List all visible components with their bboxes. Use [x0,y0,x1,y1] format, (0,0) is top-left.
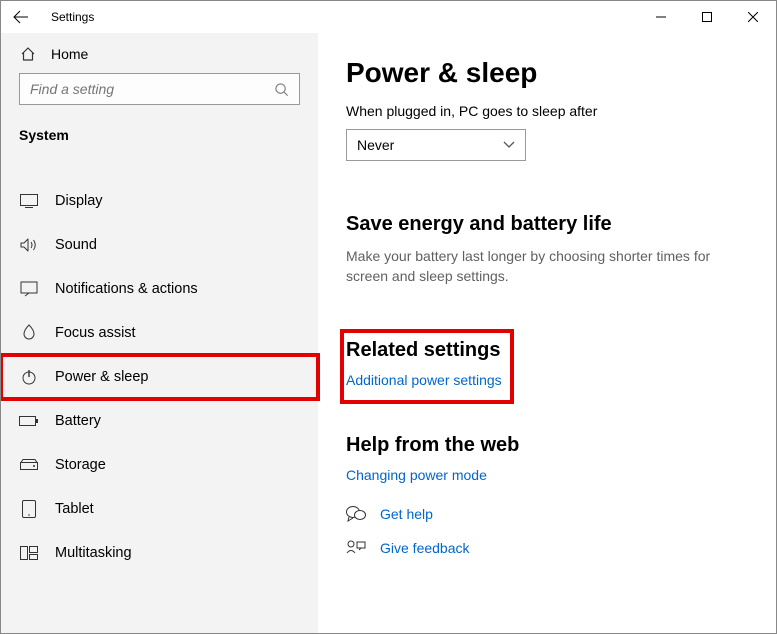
sidebar-item-label: Sound [55,237,97,253]
sidebar-item-display[interactable]: Display [1,179,318,223]
give-feedback-link: Give feedback [380,540,470,556]
sidebar-item-label: Multitasking [55,545,132,561]
search-icon [274,82,289,97]
window-title-bar: Settings [1,1,776,33]
give-feedback-row[interactable]: Give feedback [346,539,748,557]
display-icon [19,191,39,211]
home-nav[interactable]: Home [1,33,318,73]
focus-assist-icon [19,323,39,343]
sidebar-item-multitasking[interactable]: Multitasking [1,531,318,575]
sidebar: Home System Display Sound [1,33,318,633]
related-heading: Related settings [346,339,502,362]
get-help-row[interactable]: Get help [346,505,748,523]
sidebar-item-tablet[interactable]: Tablet [1,487,318,531]
maximize-button[interactable] [684,1,730,33]
related-settings-block: Related settings Additional power settin… [346,335,508,398]
sidebar-item-label: Tablet [55,501,94,517]
search-field[interactable] [30,81,274,97]
sidebar-item-storage[interactable]: Storage [1,443,318,487]
window-title: Settings [51,10,94,24]
chevron-down-icon [503,141,515,149]
sidebar-item-power-sleep[interactable]: Power & sleep [1,355,318,399]
back-button[interactable] [1,1,41,33]
sidebar-item-label: Notifications & actions [55,281,198,297]
sound-icon [19,235,39,255]
sidebar-item-focus-assist[interactable]: Focus assist [1,311,318,355]
sidebar-item-label: Battery [55,413,101,429]
battery-icon [19,411,39,431]
home-label: Home [51,46,88,62]
energy-text: Make your battery last longer by choosin… [346,246,748,287]
additional-power-settings-link[interactable]: Additional power settings [346,372,502,388]
feedback-icon [346,539,366,557]
sidebar-section-label: System [1,117,318,159]
sidebar-item-label: Power & sleep [55,369,149,385]
close-button[interactable] [730,1,776,33]
page-title: Power & sleep [346,57,748,89]
energy-heading: Save energy and battery life [346,213,748,236]
sidebar-item-label: Focus assist [55,325,136,341]
power-icon [19,367,39,387]
minimize-button[interactable] [638,1,684,33]
main-content: Power & sleep When plugged in, PC goes t… [318,33,776,633]
changing-power-mode-link[interactable]: Changing power mode [346,467,748,483]
help-from-web-heading: Help from the web [346,434,748,457]
search-input[interactable] [19,73,300,105]
storage-icon [19,455,39,475]
get-help-icon [346,505,366,523]
sidebar-item-label: Storage [55,457,106,473]
multitasking-icon [19,543,39,563]
sidebar-item-sound[interactable]: Sound [1,223,318,267]
sleep-label: When plugged in, PC goes to sleep after [346,103,748,119]
sleep-dropdown[interactable]: Never [346,129,526,161]
tablet-icon [19,499,39,519]
home-icon [19,45,37,63]
sidebar-item-battery[interactable]: Battery [1,399,318,443]
get-help-link: Get help [380,506,433,522]
sidebar-item-notifications[interactable]: Notifications & actions [1,267,318,311]
notifications-icon [19,279,39,299]
dropdown-value: Never [357,137,394,153]
sidebar-item-label: Display [55,193,103,209]
